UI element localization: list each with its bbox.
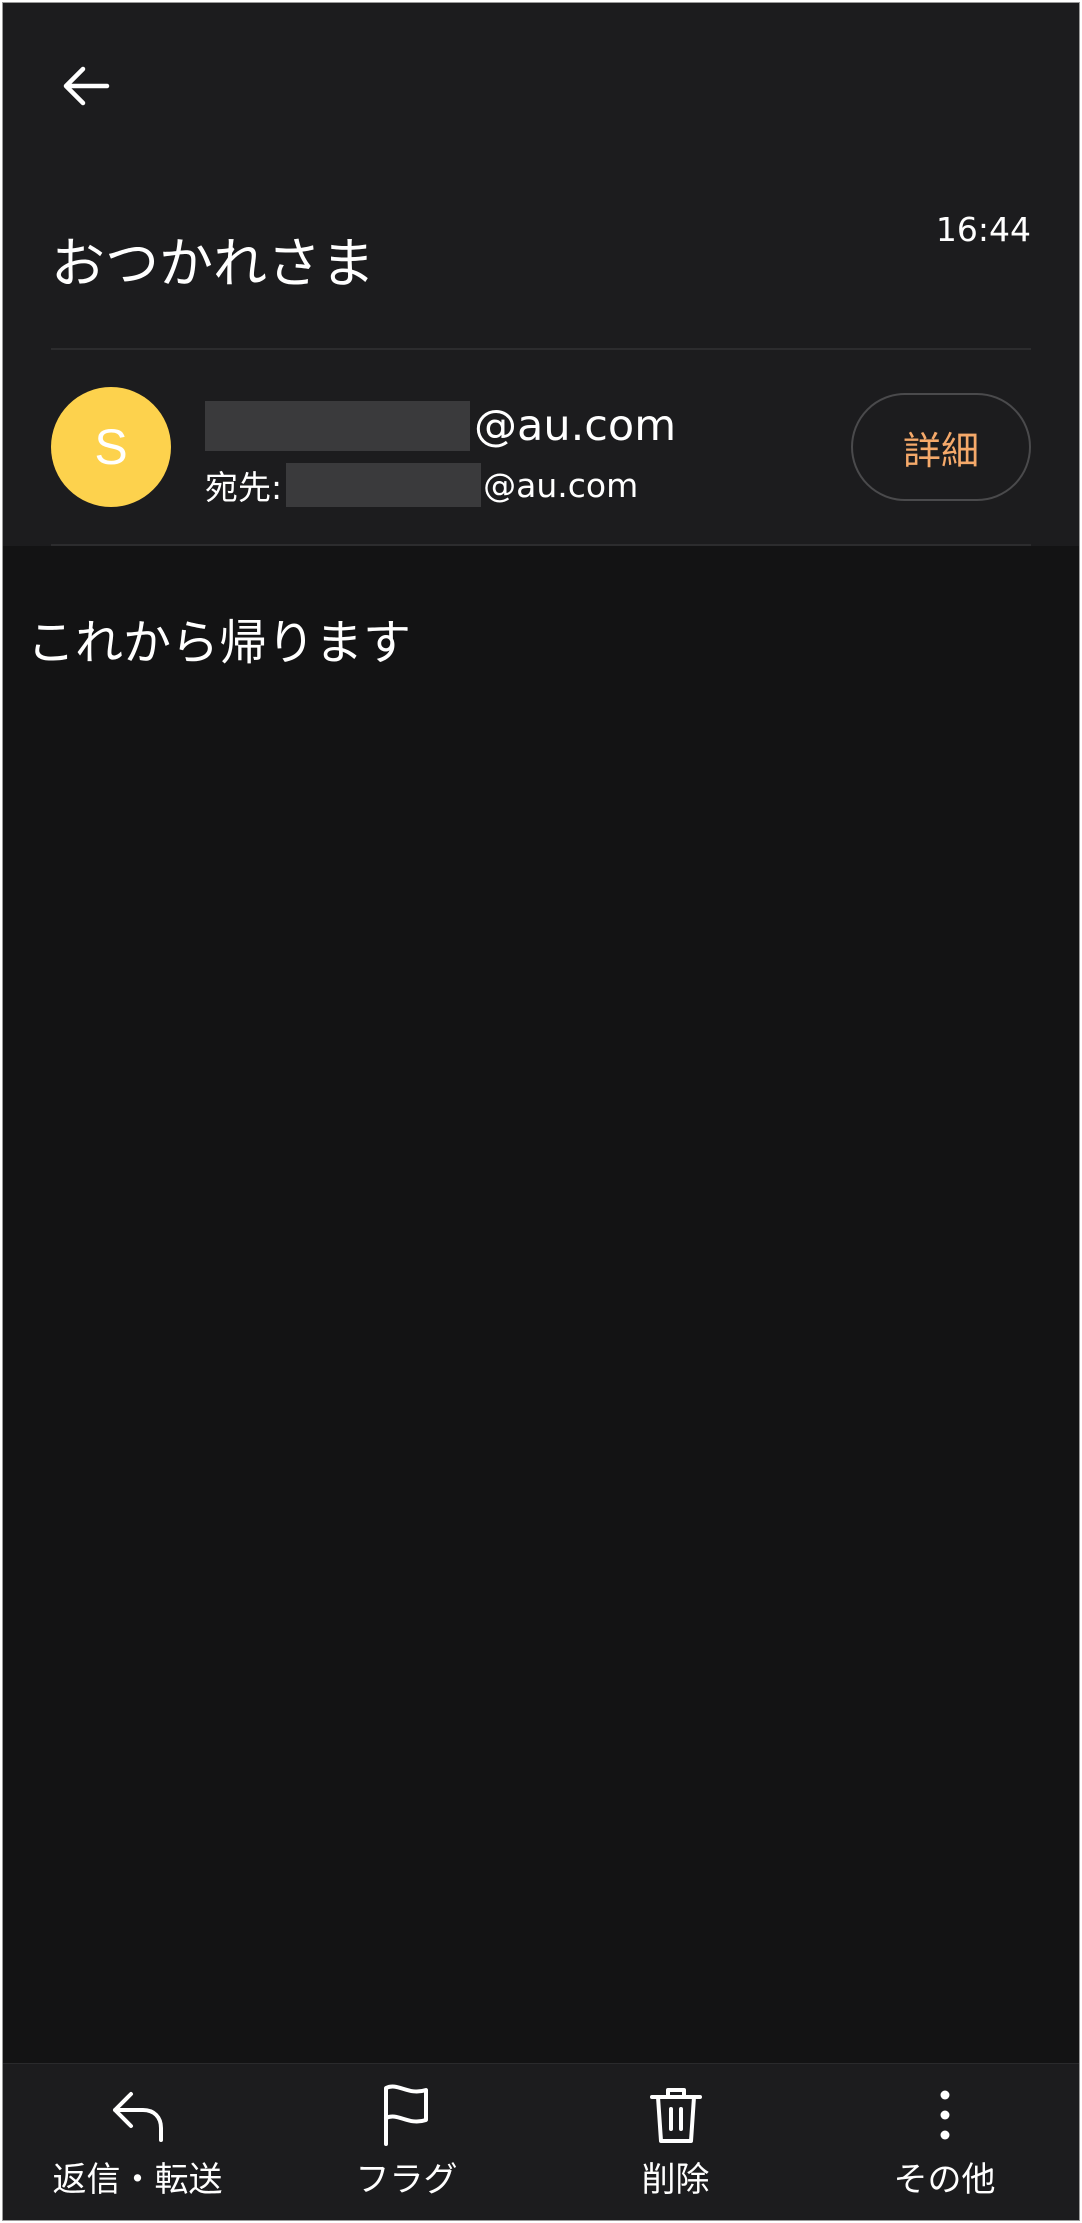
delete-button[interactable]: 削除	[541, 2064, 810, 2220]
reply-forward-label: 返信・転送	[52, 2160, 223, 2200]
message-header: おつかれさま 16:44 S @au.com 宛先: @au.com 詳細	[3, 3, 1079, 546]
sender-divider	[51, 544, 1031, 546]
trash-icon	[645, 2082, 707, 2148]
message-time: 16:44	[935, 210, 1031, 249]
delete-label: 削除	[641, 2160, 710, 2200]
flag-button[interactable]: フラグ	[272, 2064, 541, 2220]
more-label: その他	[893, 2160, 996, 2200]
to-label: 宛先:	[205, 468, 283, 507]
flag-icon	[376, 2082, 438, 2148]
sender-address: @au.com	[205, 400, 676, 452]
redacted-sender-name	[205, 401, 470, 451]
message-body: これから帰ります	[27, 615, 412, 671]
redacted-recipient-name	[286, 463, 482, 507]
more-vertical-icon	[914, 2082, 976, 2148]
sender-avatar: S	[51, 387, 171, 507]
message-subject: おつかれさま	[51, 232, 375, 295]
header-divider	[51, 348, 1031, 350]
recipient-domain: @au.com	[483, 465, 639, 505]
arrow-left-icon	[63, 66, 110, 106]
bottom-toolbar: 返信・転送 フラグ 削除 その他	[3, 2063, 1079, 2220]
more-button[interactable]: その他	[810, 2064, 1079, 2220]
back-button[interactable]	[47, 47, 125, 125]
flag-label: フラグ	[355, 2160, 458, 2200]
recipient-address: 宛先: @au.com	[205, 462, 638, 508]
reply-forward-button[interactable]: 返信・転送	[3, 2064, 272, 2220]
sender-domain: @au.com	[474, 401, 677, 451]
reply-icon	[107, 2082, 169, 2148]
avatar-letter: S	[94, 419, 128, 475]
email-viewer-screen: おつかれさま 16:44 S @au.com 宛先: @au.com 詳細 これ…	[2, 2, 1080, 2221]
detail-button[interactable]: 詳細	[851, 393, 1031, 501]
